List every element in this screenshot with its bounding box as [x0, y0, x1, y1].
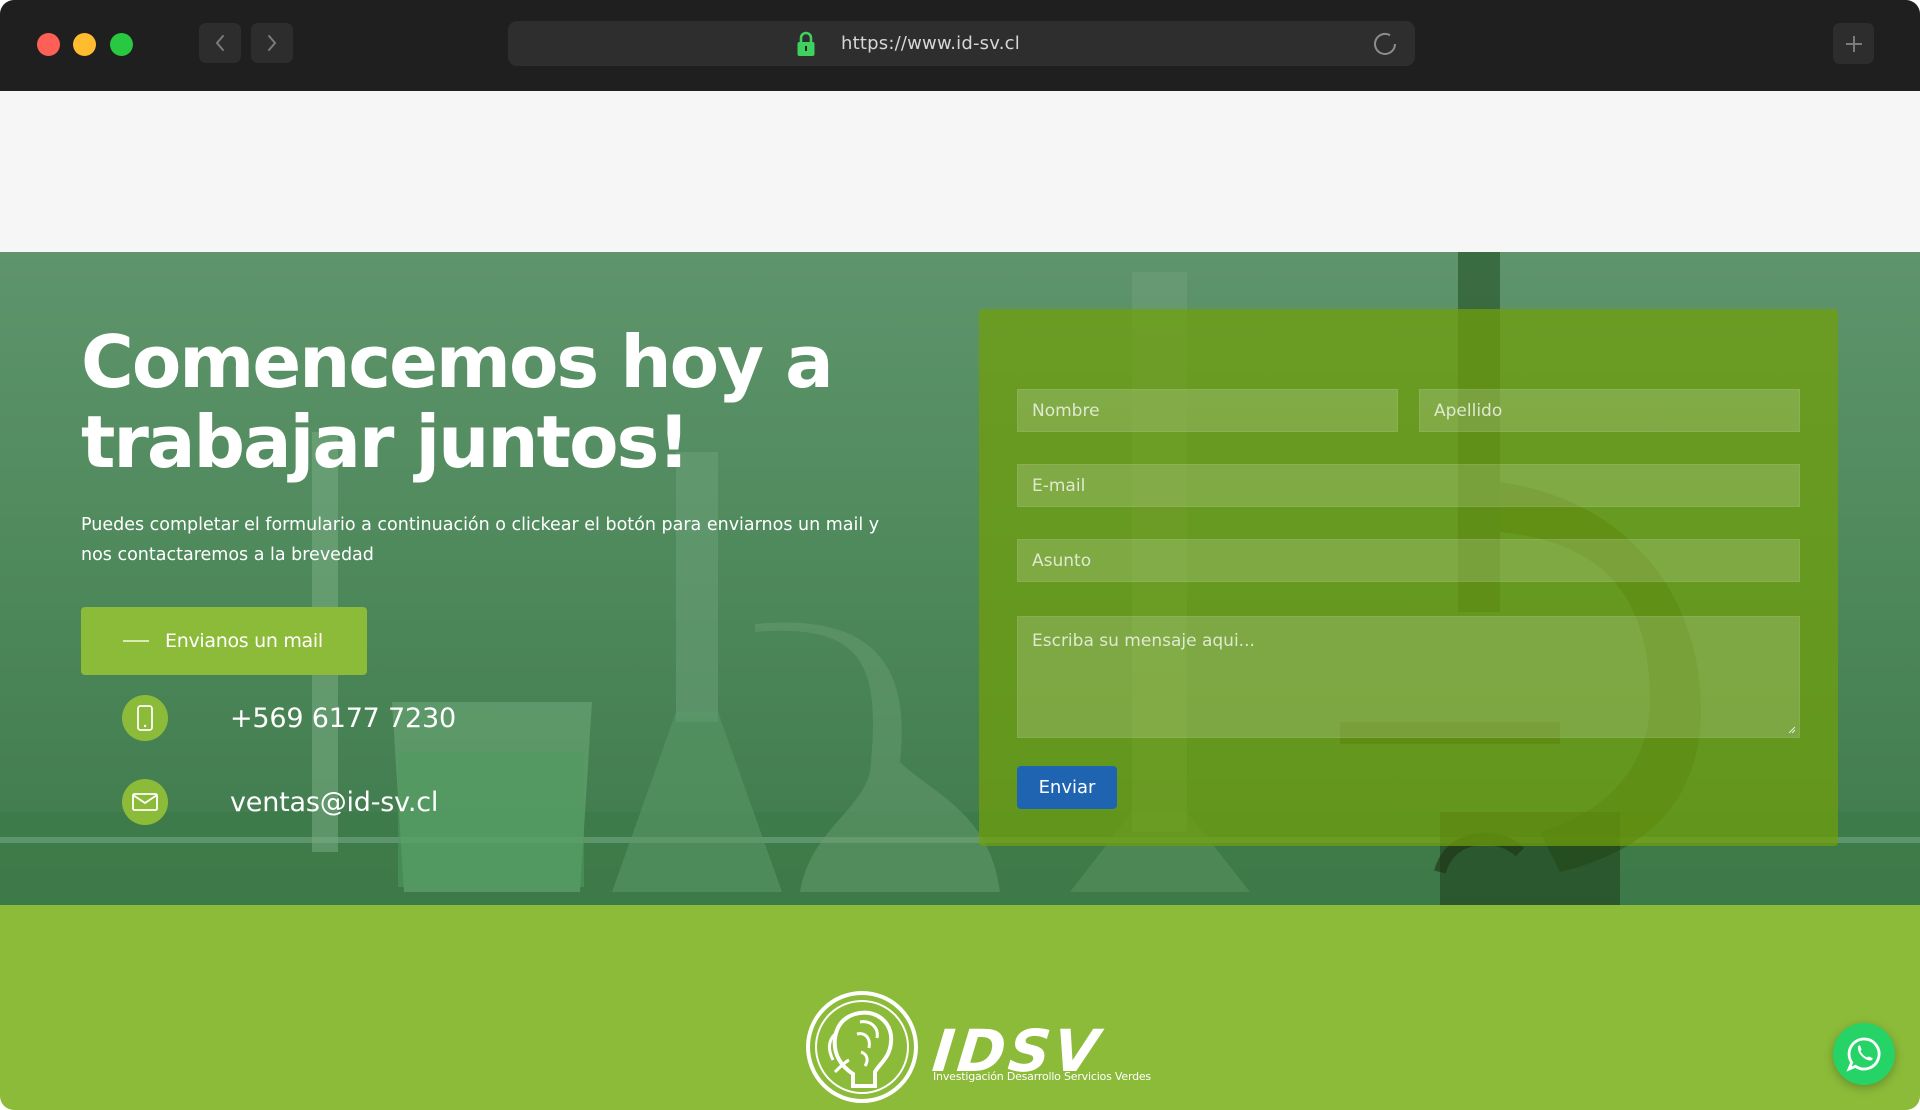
address-bar[interactable]: https://www.id-sv.cl: [508, 21, 1415, 66]
page-title-line-2: trabajar juntos!: [81, 400, 690, 484]
email-contact[interactable]: ventas@id-sv.cl: [122, 779, 438, 825]
chevron-right-icon: [268, 35, 277, 51]
contact-section: Comencemos hoy a trabajar juntos! Puedes…: [0, 252, 1920, 905]
logo-tagline: Investigación Desarrollo Servicios Verde…: [933, 1070, 1151, 1083]
resize-handle-icon[interactable]: [1786, 724, 1796, 734]
first-name-input[interactable]: Nombre: [1017, 389, 1398, 432]
mail-icon: [122, 779, 168, 825]
page-title-line-1: Comencemos hoy a: [81, 320, 834, 404]
browser-toolbar: https://www.id-sv.cl: [0, 0, 1920, 91]
page-header-area: [0, 91, 1920, 252]
minimize-window-button[interactable]: [73, 33, 96, 56]
subject-input[interactable]: Asunto: [1017, 539, 1800, 582]
whatsapp-button[interactable]: [1833, 1023, 1895, 1085]
plus-icon: [1845, 35, 1862, 52]
phone-number: +569 6177 7230: [230, 702, 456, 734]
intro-text: Puedes completar el formulario a continu…: [81, 515, 880, 565]
whatsapp-icon: [1846, 1037, 1881, 1072]
chevron-left-icon: [215, 35, 224, 51]
reload-icon[interactable]: [1371, 30, 1399, 58]
email-input[interactable]: E-mail: [1017, 464, 1800, 507]
message-placeholder: Escriba su mensaje aqui...: [1032, 631, 1255, 651]
submit-button[interactable]: Enviar: [1017, 766, 1117, 809]
new-tab-button[interactable]: [1833, 23, 1874, 64]
back-button[interactable]: [199, 23, 241, 63]
phone-icon: [122, 695, 168, 741]
forward-button[interactable]: [251, 23, 293, 63]
email-address: ventas@id-sv.cl: [230, 786, 439, 818]
maximize-window-button[interactable]: [110, 33, 133, 56]
browser-window: https://www.id-sv.cl Comencemos hoy a tr…: [0, 0, 1920, 1110]
page-title: Comencemos hoy a trabajar juntos!: [81, 322, 901, 482]
footer: IDSV Investigación Desarrollo Servicios …: [0, 905, 1920, 1110]
message-textarea[interactable]: Escriba su mensaje aqui...: [1017, 616, 1800, 738]
url-text: https://www.id-sv.cl: [841, 33, 1020, 54]
close-window-button[interactable]: [37, 33, 60, 56]
idsv-logo-emblem: [806, 991, 918, 1103]
phone-contact[interactable]: +569 6177 7230: [122, 695, 456, 741]
contact-form: Nombre Apellido E-mail Asunto Escriba su…: [979, 309, 1838, 846]
send-mail-button-label: Envianos un mail: [165, 630, 323, 652]
lock-icon: [797, 31, 815, 56]
last-name-input[interactable]: Apellido: [1419, 389, 1800, 432]
send-mail-button[interactable]: Envianos un mail: [81, 607, 367, 675]
button-dash-decoration: [123, 640, 149, 642]
